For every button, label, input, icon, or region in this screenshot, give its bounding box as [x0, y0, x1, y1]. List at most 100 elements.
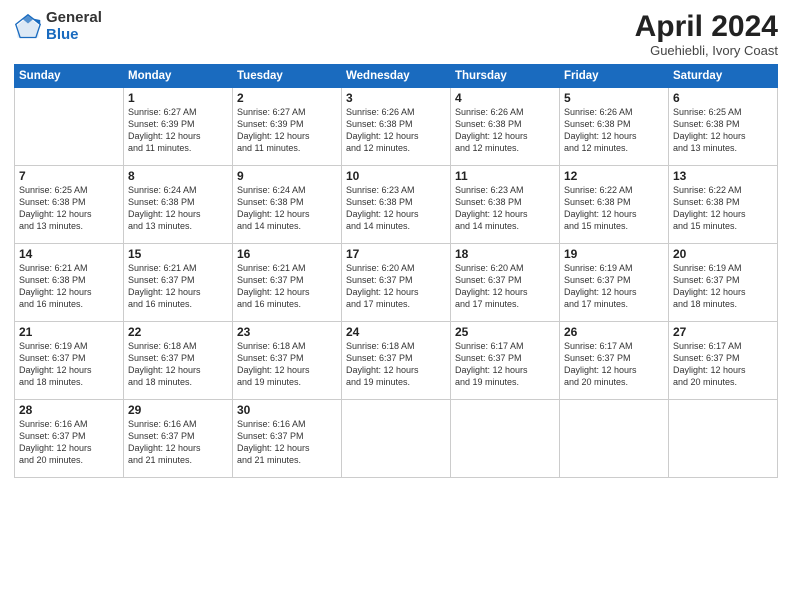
day-number: 26 — [564, 325, 664, 339]
day-info: Sunrise: 6:19 AM Sunset: 6:37 PM Dayligh… — [564, 262, 664, 311]
calendar-table: SundayMondayTuesdayWednesdayThursdayFrid… — [14, 64, 778, 478]
calendar-cell — [15, 88, 124, 166]
calendar-cell: 23Sunrise: 6:18 AM Sunset: 6:37 PM Dayli… — [233, 322, 342, 400]
day-number: 6 — [673, 91, 773, 105]
day-header-wednesday: Wednesday — [342, 65, 451, 88]
day-number: 10 — [346, 169, 446, 183]
day-info: Sunrise: 6:23 AM Sunset: 6:38 PM Dayligh… — [346, 184, 446, 233]
calendar-cell: 8Sunrise: 6:24 AM Sunset: 6:38 PM Daylig… — [124, 166, 233, 244]
day-info: Sunrise: 6:27 AM Sunset: 6:39 PM Dayligh… — [237, 106, 337, 155]
day-number: 3 — [346, 91, 446, 105]
page: General Blue April 2024 Guehiebli, Ivory… — [0, 0, 792, 612]
calendar-header-row: SundayMondayTuesdayWednesdayThursdayFrid… — [15, 65, 778, 88]
day-info: Sunrise: 6:17 AM Sunset: 6:37 PM Dayligh… — [673, 340, 773, 389]
day-number: 21 — [19, 325, 119, 339]
day-info: Sunrise: 6:21 AM Sunset: 6:37 PM Dayligh… — [128, 262, 228, 311]
day-number: 20 — [673, 247, 773, 261]
day-info: Sunrise: 6:24 AM Sunset: 6:38 PM Dayligh… — [128, 184, 228, 233]
day-number: 12 — [564, 169, 664, 183]
calendar-week-row: 14Sunrise: 6:21 AM Sunset: 6:38 PM Dayli… — [15, 244, 778, 322]
day-number: 23 — [237, 325, 337, 339]
calendar-cell: 14Sunrise: 6:21 AM Sunset: 6:38 PM Dayli… — [15, 244, 124, 322]
day-info: Sunrise: 6:19 AM Sunset: 6:37 PM Dayligh… — [673, 262, 773, 311]
day-info: Sunrise: 6:18 AM Sunset: 6:37 PM Dayligh… — [128, 340, 228, 389]
calendar-cell: 6Sunrise: 6:25 AM Sunset: 6:38 PM Daylig… — [669, 88, 778, 166]
day-info: Sunrise: 6:18 AM Sunset: 6:37 PM Dayligh… — [237, 340, 337, 389]
day-number: 15 — [128, 247, 228, 261]
day-number: 29 — [128, 403, 228, 417]
calendar-cell — [451, 400, 560, 478]
day-number: 27 — [673, 325, 773, 339]
logo: General Blue — [14, 10, 102, 43]
calendar-cell: 2Sunrise: 6:27 AM Sunset: 6:39 PM Daylig… — [233, 88, 342, 166]
calendar-cell: 10Sunrise: 6:23 AM Sunset: 6:38 PM Dayli… — [342, 166, 451, 244]
day-info: Sunrise: 6:24 AM Sunset: 6:38 PM Dayligh… — [237, 184, 337, 233]
calendar-cell: 18Sunrise: 6:20 AM Sunset: 6:37 PM Dayli… — [451, 244, 560, 322]
day-info: Sunrise: 6:18 AM Sunset: 6:37 PM Dayligh… — [346, 340, 446, 389]
day-info: Sunrise: 6:27 AM Sunset: 6:39 PM Dayligh… — [128, 106, 228, 155]
location: Guehiebli, Ivory Coast — [635, 43, 778, 58]
calendar-cell: 11Sunrise: 6:23 AM Sunset: 6:38 PM Dayli… — [451, 166, 560, 244]
day-info: Sunrise: 6:22 AM Sunset: 6:38 PM Dayligh… — [673, 184, 773, 233]
day-header-thursday: Thursday — [451, 65, 560, 88]
day-header-monday: Monday — [124, 65, 233, 88]
day-number: 1 — [128, 91, 228, 105]
calendar-cell — [669, 400, 778, 478]
day-header-friday: Friday — [560, 65, 669, 88]
calendar-cell: 25Sunrise: 6:17 AM Sunset: 6:37 PM Dayli… — [451, 322, 560, 400]
day-number: 11 — [455, 169, 555, 183]
calendar-cell: 22Sunrise: 6:18 AM Sunset: 6:37 PM Dayli… — [124, 322, 233, 400]
day-info: Sunrise: 6:20 AM Sunset: 6:37 PM Dayligh… — [455, 262, 555, 311]
day-info: Sunrise: 6:16 AM Sunset: 6:37 PM Dayligh… — [237, 418, 337, 467]
calendar-cell: 1Sunrise: 6:27 AM Sunset: 6:39 PM Daylig… — [124, 88, 233, 166]
day-header-saturday: Saturday — [669, 65, 778, 88]
day-info: Sunrise: 6:26 AM Sunset: 6:38 PM Dayligh… — [564, 106, 664, 155]
day-number: 17 — [346, 247, 446, 261]
day-header-sunday: Sunday — [15, 65, 124, 88]
calendar-cell: 16Sunrise: 6:21 AM Sunset: 6:37 PM Dayli… — [233, 244, 342, 322]
calendar-cell: 28Sunrise: 6:16 AM Sunset: 6:37 PM Dayli… — [15, 400, 124, 478]
logo-text: General Blue — [46, 10, 102, 43]
title-block: April 2024 Guehiebli, Ivory Coast — [635, 10, 778, 58]
day-info: Sunrise: 6:20 AM Sunset: 6:37 PM Dayligh… — [346, 262, 446, 311]
day-number: 2 — [237, 91, 337, 105]
calendar-cell: 17Sunrise: 6:20 AM Sunset: 6:37 PM Dayli… — [342, 244, 451, 322]
logo-blue-text: Blue — [46, 27, 102, 44]
calendar-cell: 29Sunrise: 6:16 AM Sunset: 6:37 PM Dayli… — [124, 400, 233, 478]
day-number: 24 — [346, 325, 446, 339]
day-info: Sunrise: 6:17 AM Sunset: 6:37 PM Dayligh… — [564, 340, 664, 389]
day-info: Sunrise: 6:23 AM Sunset: 6:38 PM Dayligh… — [455, 184, 555, 233]
day-number: 19 — [564, 247, 664, 261]
day-number: 5 — [564, 91, 664, 105]
day-info: Sunrise: 6:26 AM Sunset: 6:38 PM Dayligh… — [346, 106, 446, 155]
calendar-week-row: 1Sunrise: 6:27 AM Sunset: 6:39 PM Daylig… — [15, 88, 778, 166]
logo-icon — [14, 13, 42, 41]
calendar-cell: 15Sunrise: 6:21 AM Sunset: 6:37 PM Dayli… — [124, 244, 233, 322]
month-title: April 2024 — [635, 10, 778, 43]
calendar-cell: 9Sunrise: 6:24 AM Sunset: 6:38 PM Daylig… — [233, 166, 342, 244]
calendar-cell: 27Sunrise: 6:17 AM Sunset: 6:37 PM Dayli… — [669, 322, 778, 400]
day-info: Sunrise: 6:22 AM Sunset: 6:38 PM Dayligh… — [564, 184, 664, 233]
day-number: 25 — [455, 325, 555, 339]
day-number: 9 — [237, 169, 337, 183]
day-info: Sunrise: 6:25 AM Sunset: 6:38 PM Dayligh… — [19, 184, 119, 233]
calendar-cell: 12Sunrise: 6:22 AM Sunset: 6:38 PM Dayli… — [560, 166, 669, 244]
day-number: 7 — [19, 169, 119, 183]
day-info: Sunrise: 6:25 AM Sunset: 6:38 PM Dayligh… — [673, 106, 773, 155]
day-number: 8 — [128, 169, 228, 183]
calendar-cell — [560, 400, 669, 478]
day-number: 28 — [19, 403, 119, 417]
day-number: 16 — [237, 247, 337, 261]
calendar-week-row: 21Sunrise: 6:19 AM Sunset: 6:37 PM Dayli… — [15, 322, 778, 400]
calendar-cell: 13Sunrise: 6:22 AM Sunset: 6:38 PM Dayli… — [669, 166, 778, 244]
calendar-cell — [342, 400, 451, 478]
calendar-cell: 4Sunrise: 6:26 AM Sunset: 6:38 PM Daylig… — [451, 88, 560, 166]
day-header-tuesday: Tuesday — [233, 65, 342, 88]
day-info: Sunrise: 6:26 AM Sunset: 6:38 PM Dayligh… — [455, 106, 555, 155]
day-info: Sunrise: 6:16 AM Sunset: 6:37 PM Dayligh… — [19, 418, 119, 467]
day-number: 30 — [237, 403, 337, 417]
day-number: 4 — [455, 91, 555, 105]
day-info: Sunrise: 6:21 AM Sunset: 6:38 PM Dayligh… — [19, 262, 119, 311]
calendar-cell: 24Sunrise: 6:18 AM Sunset: 6:37 PM Dayli… — [342, 322, 451, 400]
calendar-cell: 7Sunrise: 6:25 AM Sunset: 6:38 PM Daylig… — [15, 166, 124, 244]
